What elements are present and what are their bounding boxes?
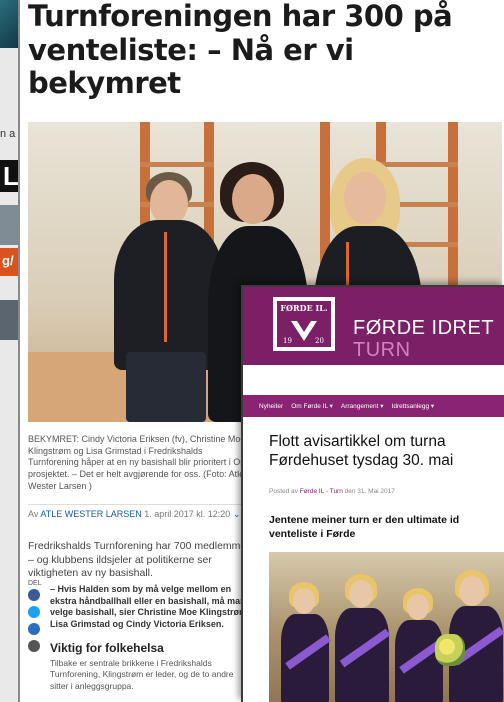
person-legs [126,352,206,422]
gymnast-head [349,580,373,608]
facebook-icon[interactable] [28,589,40,601]
byline-prefix: Av [28,509,39,519]
logo-shield: FØRDE IL. 19 20 [277,301,331,347]
club-website-screenshot: FØRDE IL. 19 20 FØRDE IDRET TURN Nyheite… [241,285,504,702]
nav-item-about[interactable]: Om Førde IL ▾ [291,402,333,410]
gymnast-head [407,594,429,620]
site-title: FØRDE IDRET [353,317,495,339]
person-head [232,174,274,224]
post-meta-prefix: Posted av [269,488,298,495]
wall-bar-rung [376,162,458,167]
chevron-down-icon[interactable]: ⌄ [233,509,241,519]
flower-bouquet [435,634,465,666]
site-subtitle: TURN [353,339,411,361]
email-icon[interactable] [28,623,40,635]
logo-text: FØRDE IL. [280,303,328,313]
post-date: den 31. Mai 2017 [344,488,395,495]
share-bar: DEL [28,580,44,657]
byline-author-link[interactable]: ATLE WESTER LARSEN [40,509,141,519]
post-photo [269,552,504,702]
nav-item-events[interactable]: Arrangement ▾ [341,402,384,410]
wall-bar-rung [140,162,214,167]
club-logo[interactable]: FØRDE IL. 19 20 [273,297,335,351]
post-lead: Jentene meiner turn er den ultimate id v… [269,514,460,541]
logo-year-left: 19 [283,337,292,345]
article-intro: Fredrikshalds Turnforening har 700 medle… [28,540,250,580]
nav-item-news[interactable]: Nyheiter [259,403,283,410]
site-header: FØRDE IL. 19 20 FØRDE IDRET TURN [243,287,504,365]
screenshot-collage: n a LA g/ Turnforeningen har 300 på vent… [0,0,504,702]
twitter-icon[interactable] [28,606,40,618]
background-snippet: n a [0,128,16,140]
post-meta: Posted av Førde IL - Turn den 31. Mai 20… [269,488,504,495]
article-subhead: Viktig for folkehelsa [50,641,164,655]
person-head [344,172,386,224]
gymnast-head [293,588,315,614]
article-byline: Av ATLE WESTER LARSEN 1. april 2017 kl. … [28,504,254,520]
gymnast-leotard [335,608,389,702]
share-label: DEL [28,580,42,587]
jacket-zip-accent [164,232,167,342]
article-headline: Turnforeningen har 300 på venteliste: – … [28,0,453,101]
article-body: Tilbake er sentrale brikkene i Fredriksh… [50,658,234,691]
post-author-link[interactable]: Førde IL - Turn [300,488,343,495]
byline-date: 1. april 2017 kl. 12:20 [144,509,231,519]
gymnast-head [459,576,485,606]
nav-item-facilities[interactable]: Idrettsanlegg ▾ [392,402,435,410]
site-nav: Nyheiter Om Førde IL ▾ Arrangement ▾ Idr… [243,395,504,417]
article-quote: – Hvis Halden som by må velge mellom en … [50,584,250,630]
post-title[interactable]: Flott avisartikkel om turna Førdehuset t… [269,433,504,470]
photo-caption: BEKYMRET: Cindy Victoria Eriksen (fv), C… [28,434,248,491]
more-share-icon[interactable] [28,640,40,652]
logo-year-right: 20 [315,337,324,345]
